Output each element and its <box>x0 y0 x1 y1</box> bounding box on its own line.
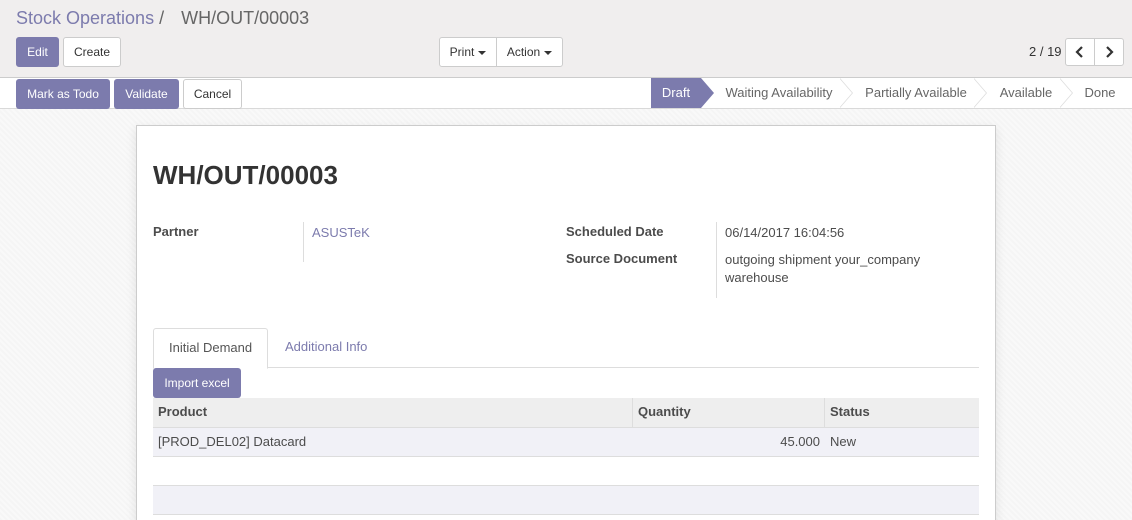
action-label: Action <box>506 45 541 59</box>
column-header-quantity[interactable]: Quantity <box>633 398 825 428</box>
caret-down-icon <box>544 50 553 55</box>
breadcrumb: Stock Operations / WH/OUT/00003 <box>16 8 309 29</box>
breadcrumb-parent-link[interactable]: Stock Operations <box>16 8 154 28</box>
stage-arrow-icon <box>701 78 714 108</box>
pager-value[interactable]: 2 / 19 <box>1029 44 1062 59</box>
column-header-product[interactable]: Product <box>153 398 633 428</box>
cancel-button[interactable]: Cancel <box>183 79 242 109</box>
source-document-label: Source Document <box>566 251 678 266</box>
form-sheet: WH/OUT/00003 Partner ASUSTeK Scheduled D… <box>136 125 996 520</box>
field-divider <box>716 222 717 298</box>
stage-arrow-icon <box>973 78 986 108</box>
form-content-area: WH/OUT/00003 Partner ASUSTeK Scheduled D… <box>0 109 1132 520</box>
chevron-right-icon <box>1106 46 1114 58</box>
stage-arrow-icon <box>839 78 852 108</box>
chevron-left-icon <box>1075 46 1083 58</box>
scheduled-date-label: Scheduled Date <box>566 224 664 239</box>
create-button[interactable]: Create <box>63 37 121 67</box>
action-dropdown-button[interactable]: Action <box>496 37 563 67</box>
print-label: Print <box>449 45 475 59</box>
record-title: WH/OUT/00003 <box>153 160 338 190</box>
stage-waiting-availability[interactable]: Waiting Availability <box>714 78 844 108</box>
pager-previous-button[interactable] <box>1065 38 1095 66</box>
column-header-status[interactable]: Status <box>825 398 979 428</box>
cell-product: [PROD_DEL02] Datacard <box>158 434 307 449</box>
tab-additional-info[interactable]: Additional Info <box>270 328 382 368</box>
field-divider <box>303 222 304 262</box>
source-document-line-2: warehouse <box>725 270 789 285</box>
notebook-tabs: Initial Demand Additional Info <box>153 328 979 369</box>
source-document-line-1: outgoing shipment your_company <box>725 252 921 267</box>
caret-down-icon <box>478 50 487 55</box>
table-header: Product Quantity Status <box>153 398 979 428</box>
breadcrumb-current: WH/OUT/00003 <box>181 8 310 28</box>
print-dropdown-button[interactable]: Print <box>439 37 497 67</box>
mark-as-todo-button[interactable]: Mark as Todo <box>16 79 110 109</box>
table-row[interactable]: [PROD_DEL02] Datacard 45.000 New <box>153 428 979 457</box>
validate-button[interactable]: Validate <box>114 79 179 109</box>
edit-button[interactable]: Edit <box>16 37 59 67</box>
stage-arrow-icon <box>1059 78 1072 108</box>
import-excel-button[interactable]: Import excel <box>153 368 241 398</box>
partner-label: Partner <box>153 224 199 239</box>
stage-partially-available[interactable]: Partially Available <box>852 78 980 108</box>
table-row-empty <box>153 457 979 486</box>
partner-link[interactable]: ASUSTeK <box>312 224 370 242</box>
table-row-empty <box>153 486 979 515</box>
pager-next-button[interactable] <box>1094 38 1124 66</box>
scheduled-date-value: 06/14/2017 16:04:56 <box>725 225 845 240</box>
control-panel: Stock Operations / WH/OUT/00003 Edit Cre… <box>0 0 1132 78</box>
cell-status: New <box>830 434 857 449</box>
stage-done[interactable]: Done <box>1074 78 1126 108</box>
cell-quantity: 45.000 <box>780 434 820 449</box>
breadcrumb-separator: / <box>159 8 165 28</box>
stage-draft[interactable]: Draft <box>651 78 701 108</box>
stage-available[interactable]: Available <box>988 78 1064 108</box>
status-bar: Mark as Todo Validate Cancel Draft Waiti… <box>0 77 1132 109</box>
tab-initial-demand[interactable]: Initial Demand <box>153 328 269 369</box>
